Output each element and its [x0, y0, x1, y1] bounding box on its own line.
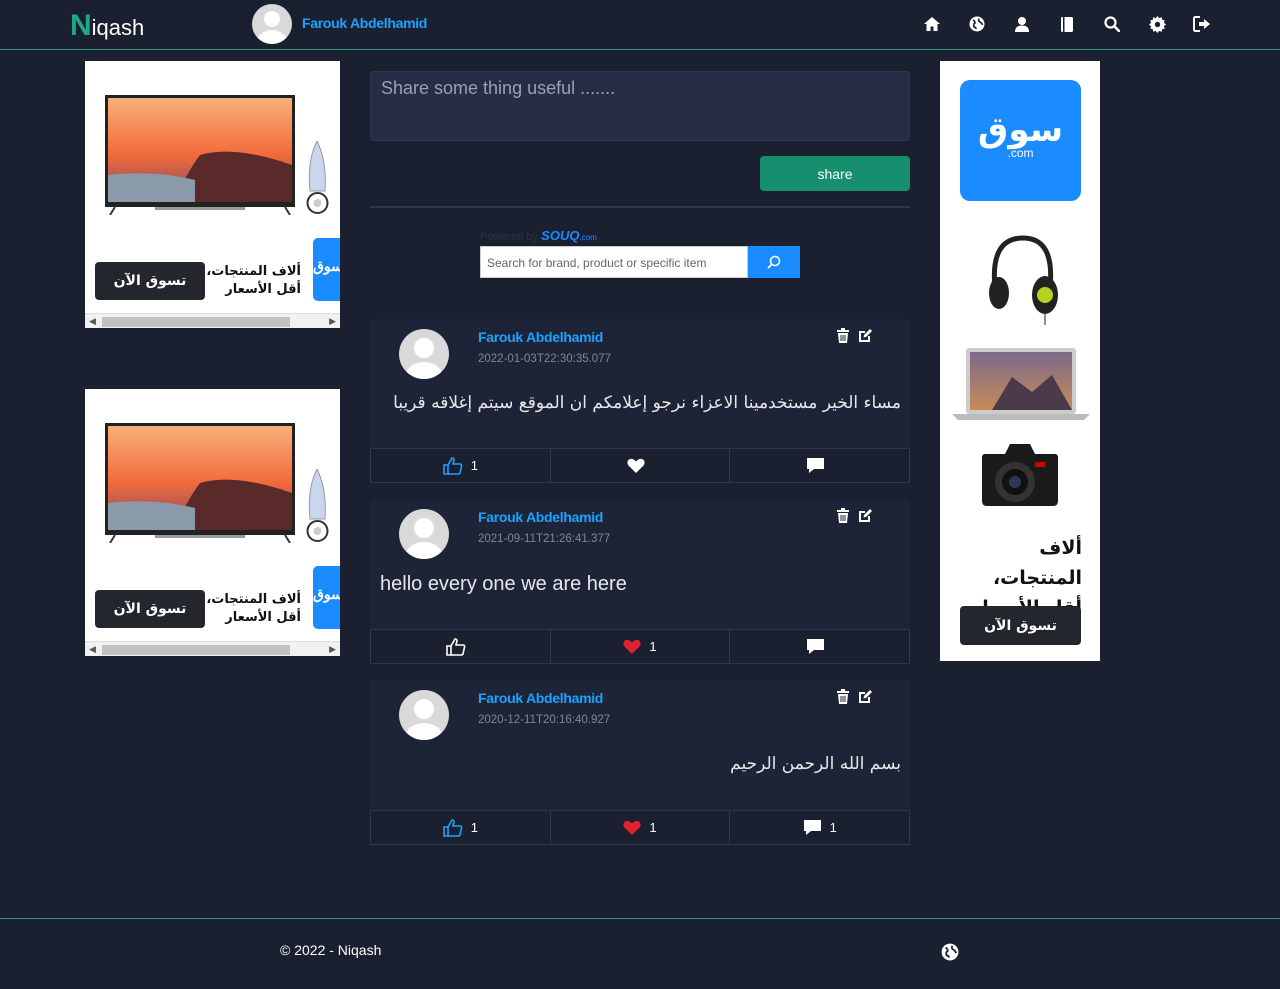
- laptop-product-image: [952, 348, 1090, 420]
- like-button[interactable]: [371, 630, 551, 663]
- avatar[interactable]: [399, 690, 449, 740]
- post-text: بسم الله الرحمن الرحيم: [730, 754, 901, 774]
- right-ad-banner[interactable]: سوق .com ألاف المنتجات، أقل الأسعار تسوق…: [940, 61, 1100, 661]
- tv-product-image: [105, 95, 295, 215]
- souq-logo: سوق .com: [960, 80, 1081, 201]
- souq-search-input[interactable]: Search for brand, product or specific it…: [480, 246, 748, 278]
- souq-tab: سوق: [313, 566, 340, 629]
- globe-icon[interactable]: [967, 14, 987, 34]
- gear-icon[interactable]: [1147, 14, 1167, 34]
- nav-icons: [922, 14, 1212, 34]
- user-icon[interactable]: [1012, 14, 1032, 34]
- souq-search-button[interactable]: [748, 246, 800, 278]
- like-button[interactable]: 1: [371, 449, 551, 482]
- heart-button[interactable]: 1: [551, 630, 731, 663]
- post-card: Farouk Abdelhamid 2021-09-11T21:26:41.37…: [370, 499, 910, 664]
- scroll-left-icon[interactable]: ◀: [89, 644, 96, 655]
- heart-count: 1: [649, 639, 657, 654]
- sign-out-icon[interactable]: [1192, 14, 1212, 34]
- tv-product-image: [105, 423, 295, 543]
- comment-count: 1: [829, 820, 837, 835]
- comment-button[interactable]: [730, 630, 909, 663]
- home-icon[interactable]: [922, 14, 942, 34]
- top-navbar: Niqash Farouk Abdelhamid: [0, 0, 1280, 50]
- post-composer-textarea[interactable]: Share some thing useful .......: [370, 71, 910, 141]
- ad-tagline: ألاف المنتجات، أقل الأسعار: [206, 264, 301, 297]
- thumbs-up-icon: [442, 456, 463, 475]
- scroll-right-icon[interactable]: ▶: [329, 644, 336, 655]
- avatar[interactable]: [399, 329, 449, 379]
- souq-powered-by: Powered by SOUQ.com: [480, 228, 597, 243]
- post-text: hello every one we are here: [380, 573, 627, 595]
- souq-tab: سوق: [313, 238, 340, 301]
- camera-product-image: [982, 444, 1058, 506]
- copyright-text: © 2022 - Niqash: [280, 942, 382, 958]
- search-icon[interactable]: [1102, 14, 1122, 34]
- comment-button[interactable]: 1: [730, 811, 909, 844]
- comment-icon: [803, 820, 821, 835]
- heart-count: 1: [649, 820, 657, 835]
- trash-icon[interactable]: [836, 689, 850, 704]
- post-date: 2021-09-11T21:26:41.377: [478, 533, 611, 545]
- shop-now-button[interactable]: تسوق الآن: [95, 262, 205, 300]
- header-avatar[interactable]: [252, 4, 292, 44]
- ad-horizontal-scrollbar[interactable]: ◀ ▶: [85, 641, 340, 656]
- post-author[interactable]: Farouk Abdelhamid: [478, 329, 603, 345]
- scroll-right-icon[interactable]: ▶: [329, 316, 336, 327]
- post-actions: 1: [370, 629, 910, 664]
- post-card: Farouk Abdelhamid 2022-01-03T22:30:35.07…: [370, 319, 910, 483]
- heart-button[interactable]: 1: [551, 811, 731, 844]
- post-author[interactable]: Farouk Abdelhamid: [478, 690, 603, 706]
- header-user-name[interactable]: Farouk Abdelhamid: [302, 15, 427, 31]
- post-date: 2022-01-03T22:30:35.077: [478, 353, 611, 365]
- scroll-left-icon[interactable]: ◀: [89, 316, 96, 327]
- heart-icon: [623, 639, 642, 654]
- post-date: 2020-12-11T20:16:40.927: [478, 714, 611, 726]
- ad-tagline: ألاف المنتجات، أقل الأسعار: [206, 592, 301, 625]
- post-author[interactable]: Farouk Abdelhamid: [478, 509, 603, 525]
- heart-button[interactable]: [551, 449, 731, 482]
- speaker-product-image: [306, 141, 329, 214]
- like-button[interactable]: 1: [371, 811, 551, 844]
- ad-horizontal-scrollbar[interactable]: ◀ ▶: [85, 313, 340, 328]
- speaker-product-image: [306, 469, 329, 542]
- post-tools: [836, 508, 873, 523]
- comment-icon: [807, 639, 825, 654]
- post-tools: [836, 328, 873, 343]
- shop-now-button[interactable]: تسوق الآن: [960, 606, 1081, 645]
- comment-icon: [807, 458, 825, 473]
- scrollbar-thumb[interactable]: [102, 645, 290, 655]
- left-ad-banner-1[interactable]: سوق ألاف المنتجات، أقل الأسعار تسوق الآن…: [85, 61, 340, 328]
- edit-icon[interactable]: [858, 328, 873, 343]
- divider: [370, 206, 910, 208]
- scrollbar-thumb[interactable]: [102, 317, 290, 327]
- post-tools: [836, 689, 873, 704]
- search-icon: [767, 255, 781, 269]
- post-card: Farouk Abdelhamid 2020-12-11T20:16:40.92…: [370, 680, 910, 845]
- avatar[interactable]: [399, 509, 449, 559]
- thumbs-up-icon: [446, 637, 466, 656]
- shop-now-button[interactable]: تسوق الآن: [95, 590, 205, 628]
- edit-icon[interactable]: [858, 508, 873, 523]
- post-actions: 1 1 1: [370, 810, 910, 845]
- like-count: 1: [470, 458, 478, 473]
- comment-button[interactable]: [730, 449, 909, 482]
- book-icon[interactable]: [1057, 14, 1077, 34]
- globe-icon[interactable]: [941, 943, 959, 961]
- heart-icon: [623, 820, 642, 835]
- post-text: مساء الخير مستخدمينا الاعزاء نرجو إعلامك…: [393, 393, 901, 413]
- trash-icon[interactable]: [836, 508, 850, 523]
- share-button[interactable]: share: [760, 156, 910, 191]
- left-ad-banner-2[interactable]: سوق ألاف المنتجات، أقل الأسعار تسوق الآن…: [85, 389, 340, 656]
- footer: © 2022 - Niqash: [0, 918, 1280, 989]
- headphones-product-image: [989, 235, 1058, 325]
- heart-icon: [627, 458, 645, 473]
- trash-icon[interactable]: [836, 328, 850, 343]
- site-logo[interactable]: Niqash: [70, 9, 144, 43]
- like-count: 1: [470, 820, 478, 835]
- thumbs-up-icon: [442, 818, 463, 837]
- post-actions: 1: [370, 448, 910, 483]
- edit-icon[interactable]: [858, 689, 873, 704]
